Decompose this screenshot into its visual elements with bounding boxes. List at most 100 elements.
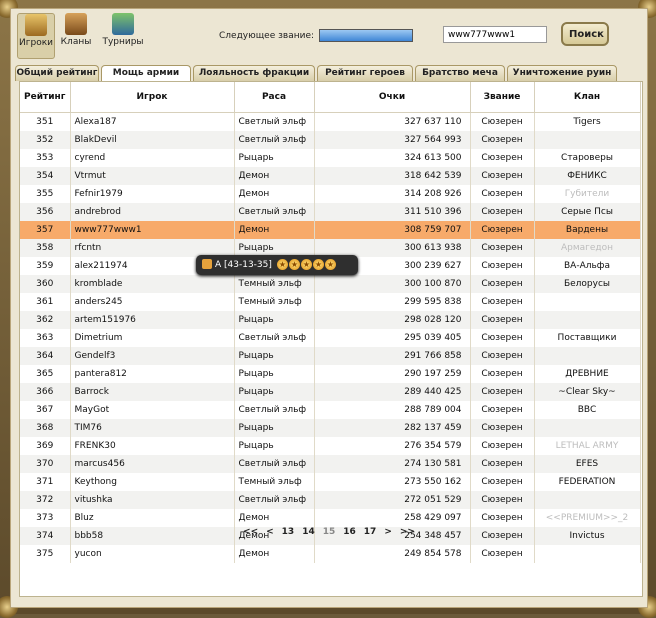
column-header[interactable]: Игрок bbox=[70, 82, 235, 113]
table-row[interactable]: 375 yucon Демон 249 854 578 Сюзерен bbox=[20, 545, 641, 563]
column-header[interactable]: Клан bbox=[534, 82, 641, 113]
rank-cell: 360 bbox=[20, 275, 71, 293]
player-cell[interactable]: Bluz bbox=[70, 509, 235, 527]
player-cell[interactable]: vitushka bbox=[70, 491, 235, 509]
player-cell[interactable]: Vtrmut bbox=[70, 167, 235, 185]
tab-3[interactable]: Лояльность фракции bbox=[193, 65, 315, 81]
clan-cell[interactable]: Армагедон bbox=[534, 239, 641, 257]
player-cell[interactable]: anders245 bbox=[70, 293, 235, 311]
page-link[interactable]: > bbox=[384, 527, 392, 537]
table-row[interactable]: 372 vitushka Светлый эльф 272 051 529 Сюзере… bbox=[20, 491, 641, 509]
player-cell[interactable]: Barrock bbox=[70, 383, 235, 401]
table-row[interactable]: 365 pantera812 Рыцарь 290 197 259 Сюзерен ДРЕ… bbox=[20, 365, 641, 383]
title-cell: Сюзерен bbox=[470, 419, 535, 437]
table-row[interactable]: 373 Bluz Демон 258 429 097 Сюзерен <<PREMIUM>… bbox=[20, 509, 641, 527]
tab-1[interactable]: Общий рейтинг bbox=[15, 65, 99, 81]
table-row[interactable]: 369 FRENK30 Рыцарь 276 354 579 Сюзерен LETHAL… bbox=[20, 437, 641, 455]
clan-cell[interactable]: ФЕНИКС bbox=[534, 167, 641, 185]
title-cell: Сюзерен bbox=[470, 239, 535, 257]
player-cell[interactable]: kromblade bbox=[70, 275, 235, 293]
player-cell[interactable]: Alexa187 bbox=[70, 112, 235, 131]
clan-cell[interactable]: Вардены bbox=[534, 221, 641, 239]
table-row[interactable]: 354 Vtrmut Демон 318 642 539 Сюзерен ФЕНИКС bbox=[20, 167, 641, 185]
player-cell[interactable]: BlakDevil bbox=[70, 131, 235, 149]
search-button[interactable]: Поиск bbox=[561, 22, 609, 46]
search-input[interactable] bbox=[443, 26, 547, 43]
clan-cell[interactable]: Губители bbox=[534, 185, 641, 203]
player-cell[interactable]: Keythong bbox=[70, 473, 235, 491]
clan-cell[interactable]: Староверы bbox=[534, 149, 641, 167]
column-header[interactable]: Раса bbox=[234, 82, 315, 113]
table-row[interactable]: 361 anders245 Темный эльф 299 595 838 Сюзере… bbox=[20, 293, 641, 311]
page-link[interactable]: 15 bbox=[323, 527, 336, 537]
page-link[interactable]: 17 bbox=[364, 527, 377, 537]
clan-cell[interactable]: <<PREMIUM>>_2 bbox=[534, 509, 641, 527]
nav-tournaments[interactable]: Турниры bbox=[97, 13, 149, 57]
clan-cell bbox=[534, 293, 641, 311]
points-cell: 308 759 707 bbox=[314, 221, 471, 239]
table-row[interactable]: 352 BlakDevil Светлый эльф 327 564 993 Сюзер… bbox=[20, 131, 641, 149]
page-link[interactable]: << bbox=[243, 527, 258, 537]
player-cell[interactable]: yucon bbox=[70, 545, 235, 563]
table-row[interactable]: 360 kromblade Темный эльф 300 100 870 Сюзере… bbox=[20, 275, 641, 293]
title-cell: Сюзерен bbox=[470, 112, 535, 131]
ratings-panel: Игроки Кланы Турниры Следующее звание: П… bbox=[10, 8, 648, 608]
table-row[interactable]: 355 Fefnir1979 Демон 314 208 926 Сюзерен Губи… bbox=[20, 185, 641, 203]
nav-players[interactable]: Игроки bbox=[17, 13, 55, 59]
player-cell[interactable]: Dimetrium bbox=[70, 329, 235, 347]
points-cell: 274 130 581 bbox=[314, 455, 471, 473]
table-row[interactable]: 357 www777www1 Демон 308 759 707 Сюзерен Вард… bbox=[20, 221, 641, 239]
page-link[interactable]: 14 bbox=[302, 527, 315, 537]
page-link[interactable]: 13 bbox=[282, 527, 295, 537]
page-link[interactable]: >> bbox=[400, 527, 415, 537]
race-cell: Демон bbox=[234, 167, 315, 185]
points-cell: 249 854 578 bbox=[314, 545, 471, 563]
table-row[interactable]: 371 Keythong Темный эльф 273 550 162 Сюзерен… bbox=[20, 473, 641, 491]
table-row[interactable]: 367 MayGot Светлый эльф 288 789 004 Сюзерен B… bbox=[20, 401, 641, 419]
nav-clans[interactable]: Кланы bbox=[59, 13, 93, 57]
table-row[interactable]: 351 Alexa187 Светлый эльф 327 637 110 Сюзере… bbox=[20, 112, 641, 131]
tab-5[interactable]: Братство меча bbox=[415, 65, 505, 81]
clan-cell[interactable]: ВА-Альфа bbox=[534, 257, 641, 275]
points-cell: 258 429 097 bbox=[314, 509, 471, 527]
points-cell: 324 613 500 bbox=[314, 149, 471, 167]
tab-4[interactable]: Рейтинг героев bbox=[317, 65, 413, 81]
player-cell[interactable]: FRENK30 bbox=[70, 437, 235, 455]
clan-cell[interactable]: Tigers bbox=[534, 112, 641, 131]
table-row[interactable]: 368 TIM76 Рыцарь 282 137 459 Сюзерен bbox=[20, 419, 641, 437]
column-header[interactable]: Рейтинг bbox=[20, 82, 71, 113]
player-cell[interactable]: artem151976 bbox=[70, 311, 235, 329]
tab-6[interactable]: Уничтожение руин bbox=[507, 65, 617, 81]
clan-cell[interactable]: LETHAL ARMY bbox=[534, 437, 641, 455]
clan-cell[interactable]: EFES bbox=[534, 455, 641, 473]
table-row[interactable]: 362 artem151976 Рыцарь 298 028 120 Сюзерен bbox=[20, 311, 641, 329]
table-row[interactable]: 353 cyrend Рыцарь 324 613 500 Сюзерен Старове… bbox=[20, 149, 641, 167]
column-header[interactable]: Звание bbox=[470, 82, 535, 113]
clan-cell[interactable]: Белорусы bbox=[534, 275, 641, 293]
player-cell[interactable]: cyrend bbox=[70, 149, 235, 167]
player-cell[interactable]: www777www1 bbox=[70, 221, 235, 239]
page-link[interactable]: 16 bbox=[343, 527, 356, 537]
table-row[interactable]: 370 marcus456 Светлый эльф 274 130 581 Сюзер… bbox=[20, 455, 641, 473]
clan-cell[interactable]: Поставщики bbox=[534, 329, 641, 347]
table-row[interactable]: 366 Barrock Рыцарь 289 440 425 Сюзерен ~Clear… bbox=[20, 383, 641, 401]
table-row[interactable]: 363 Dimetrium Светлый эльф 295 039 405 Сюзер… bbox=[20, 329, 641, 347]
clan-cell[interactable]: ~Clear Sky~ bbox=[534, 383, 641, 401]
player-cell[interactable]: pantera812 bbox=[70, 365, 235, 383]
table-row[interactable]: 364 Gendelf3 Рыцарь 291 766 858 Сюзерен bbox=[20, 347, 641, 365]
rank-cell: 373 bbox=[20, 509, 71, 527]
player-cell[interactable]: Gendelf3 bbox=[70, 347, 235, 365]
player-cell[interactable]: andrebrod bbox=[70, 203, 235, 221]
clan-cell[interactable]: FEDERATION bbox=[534, 473, 641, 491]
clan-cell[interactable]: ДРЕВНИЕ bbox=[534, 365, 641, 383]
column-header[interactable]: Очки bbox=[314, 82, 471, 113]
player-cell[interactable]: TIM76 bbox=[70, 419, 235, 437]
clan-cell[interactable]: BBC bbox=[534, 401, 641, 419]
page-link[interactable]: < bbox=[266, 527, 274, 537]
clan-cell[interactable]: Серые Псы bbox=[534, 203, 641, 221]
table-row[interactable]: 356 andrebrod Светлый эльф 311 510 396 Сюзер… bbox=[20, 203, 641, 221]
tab-2[interactable]: Мощь армии bbox=[101, 65, 191, 82]
player-cell[interactable]: marcus456 bbox=[70, 455, 235, 473]
player-cell[interactable]: Fefnir1979 bbox=[70, 185, 235, 203]
player-cell[interactable]: MayGot bbox=[70, 401, 235, 419]
